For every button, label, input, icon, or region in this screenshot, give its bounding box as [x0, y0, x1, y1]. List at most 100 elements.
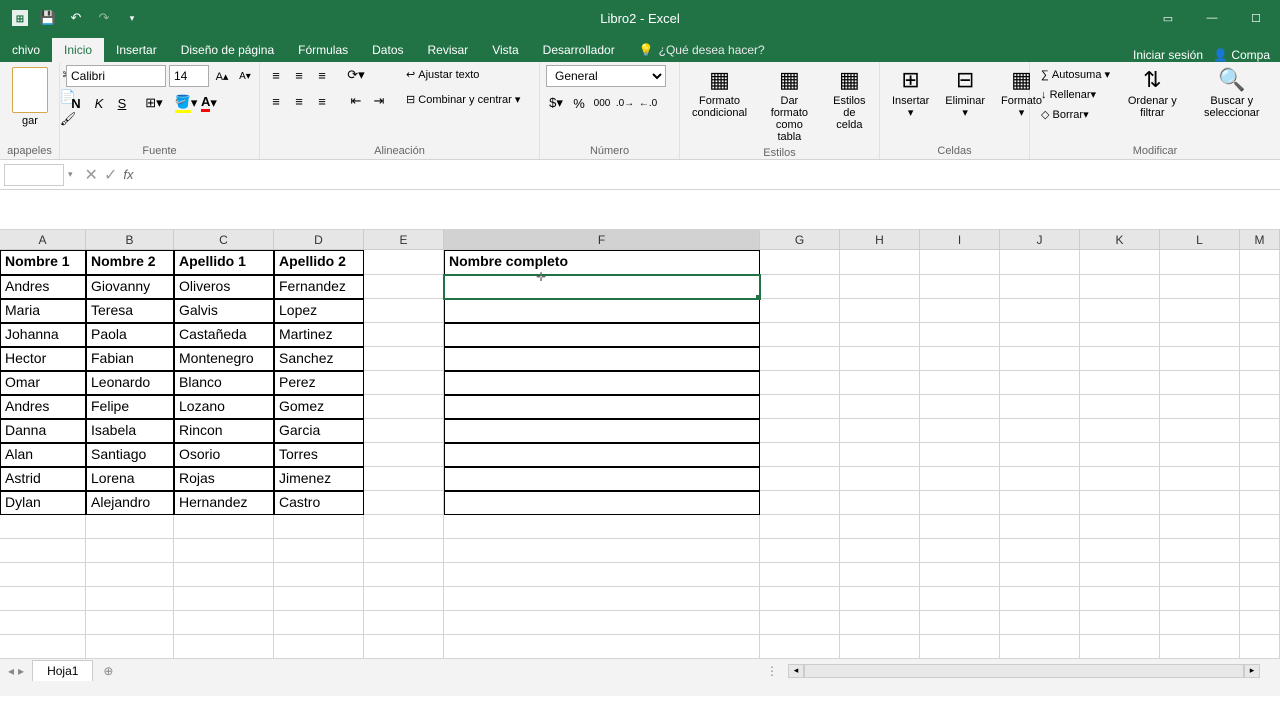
cell-D17[interactable]	[274, 635, 364, 659]
cell-I10[interactable]	[920, 467, 1000, 491]
cell-B4[interactable]: Paola	[86, 323, 174, 347]
cell-J13[interactable]	[1000, 539, 1080, 563]
cell-H8[interactable]	[840, 419, 920, 443]
cell-B3[interactable]: Teresa	[86, 299, 174, 323]
cell-M9[interactable]	[1240, 443, 1280, 467]
cell-G9[interactable]	[760, 443, 840, 467]
row-14[interactable]	[0, 563, 1280, 587]
cell-H10[interactable]	[840, 467, 920, 491]
paste-button[interactable]: gar	[6, 65, 54, 129]
col-header-A[interactable]: A	[0, 230, 86, 250]
cell-C11[interactable]: Hernandez	[174, 491, 274, 515]
clear-button[interactable]: ◇ Borrar▾	[1036, 105, 1115, 124]
cell-H7[interactable]	[840, 395, 920, 419]
cell-L17[interactable]	[1160, 635, 1240, 659]
row-16[interactable]	[0, 611, 1280, 635]
cell-B11[interactable]: Alejandro	[86, 491, 174, 515]
cell-B14[interactable]	[86, 563, 174, 587]
cell-C17[interactable]	[174, 635, 274, 659]
italic-button[interactable]: K	[89, 93, 109, 113]
cell-I8[interactable]	[920, 419, 1000, 443]
cell-K9[interactable]	[1080, 443, 1160, 467]
col-header-F[interactable]: F	[444, 230, 760, 250]
cell-F15[interactable]	[444, 587, 760, 611]
cell-C5[interactable]: Montenegro	[174, 347, 274, 371]
maximize-icon[interactable]: ☐	[1240, 4, 1272, 32]
cell-G17[interactable]	[760, 635, 840, 659]
cell-I12[interactable]	[920, 515, 1000, 539]
tell-me-search[interactable]: 💡 ¿Qué desea hacer?	[627, 38, 777, 62]
cell-K13[interactable]	[1080, 539, 1160, 563]
merge-center-button[interactable]: ⊟ Combinar y centrar ▾	[401, 90, 525, 109]
tab-insertar[interactable]: Insertar	[104, 38, 169, 62]
cell-K17[interactable]	[1080, 635, 1160, 659]
cell-A17[interactable]	[0, 635, 86, 659]
cell-E16[interactable]	[364, 611, 444, 635]
cell-A9[interactable]: Alan	[0, 443, 86, 467]
align-left-icon[interactable]: ≡	[266, 91, 286, 111]
cell-B10[interactable]: Lorena	[86, 467, 174, 491]
cell-K14[interactable]	[1080, 563, 1160, 587]
sheet-tab-hoja1[interactable]: Hoja1	[32, 660, 93, 681]
align-bottom-icon[interactable]: ≡	[312, 65, 332, 85]
cell-H11[interactable]	[840, 491, 920, 515]
cell-J16[interactable]	[1000, 611, 1080, 635]
decrease-indent-icon[interactable]: ⇤	[346, 91, 366, 111]
row-1[interactable]: Nombre 1 Nombre 2 Apellido 1 Apellido 2 …	[0, 250, 1280, 275]
row-12[interactable]	[0, 515, 1280, 539]
insert-cells-button[interactable]: ⊞ Insertar▾	[886, 65, 935, 121]
cell-G4[interactable]	[760, 323, 840, 347]
cell-H14[interactable]	[840, 563, 920, 587]
cell-H2[interactable]	[840, 275, 920, 299]
fill-button[interactable]: ↓ Rellenar▾	[1036, 85, 1115, 104]
row-6[interactable]: OmarLeonardoBlancoPerez	[0, 371, 1280, 395]
cell-C10[interactable]: Rojas	[174, 467, 274, 491]
percent-icon[interactable]: %	[569, 93, 589, 113]
cell-G7[interactable]	[760, 395, 840, 419]
cell-C2[interactable]: Oliveros	[174, 275, 274, 299]
cell-I6[interactable]	[920, 371, 1000, 395]
cell-J3[interactable]	[1000, 299, 1080, 323]
cell-K11[interactable]	[1080, 491, 1160, 515]
fx-icon[interactable]: fx	[123, 167, 133, 182]
add-sheet-button[interactable]: ⊕	[93, 664, 123, 678]
sheet-nav-prev-icon[interactable]: ◂	[8, 664, 14, 678]
cell-F16[interactable]	[444, 611, 760, 635]
cell-E12[interactable]	[364, 515, 444, 539]
cell-K7[interactable]	[1080, 395, 1160, 419]
cell-C1[interactable]: Apellido 1	[174, 250, 274, 275]
cell-F4[interactable]	[444, 323, 760, 347]
cell-J5[interactable]	[1000, 347, 1080, 371]
cell-M1[interactable]	[1240, 250, 1280, 275]
font-name-select[interactable]	[66, 65, 166, 87]
cell-H5[interactable]	[840, 347, 920, 371]
cell-E14[interactable]	[364, 563, 444, 587]
cell-F11[interactable]	[444, 491, 760, 515]
cell-E6[interactable]	[364, 371, 444, 395]
cell-E8[interactable]	[364, 419, 444, 443]
cell-M8[interactable]	[1240, 419, 1280, 443]
cell-D12[interactable]	[274, 515, 364, 539]
cell-I2[interactable]	[920, 275, 1000, 299]
col-header-H[interactable]: H	[840, 230, 920, 250]
cell-L12[interactable]	[1160, 515, 1240, 539]
cell-A5[interactable]: Hector	[0, 347, 86, 371]
cell-M3[interactable]	[1240, 299, 1280, 323]
undo-icon[interactable]: ↶	[64, 6, 88, 30]
format-table-button[interactable]: ▦ Dar formato como tabla	[757, 65, 822, 145]
cell-D14[interactable]	[274, 563, 364, 587]
cell-I5[interactable]	[920, 347, 1000, 371]
cell-M14[interactable]	[1240, 563, 1280, 587]
tab-formulas[interactable]: Fórmulas	[286, 38, 360, 62]
cell-E15[interactable]	[364, 587, 444, 611]
cell-J8[interactable]	[1000, 419, 1080, 443]
cell-J12[interactable]	[1000, 515, 1080, 539]
cell-E10[interactable]	[364, 467, 444, 491]
cell-B16[interactable]	[86, 611, 174, 635]
cell-A6[interactable]: Omar	[0, 371, 86, 395]
enter-icon[interactable]: ✓	[104, 165, 117, 185]
cell-A4[interactable]: Johanna	[0, 323, 86, 347]
col-header-I[interactable]: I	[920, 230, 1000, 250]
cell-C15[interactable]	[174, 587, 274, 611]
minimize-icon[interactable]: —	[1196, 4, 1228, 32]
